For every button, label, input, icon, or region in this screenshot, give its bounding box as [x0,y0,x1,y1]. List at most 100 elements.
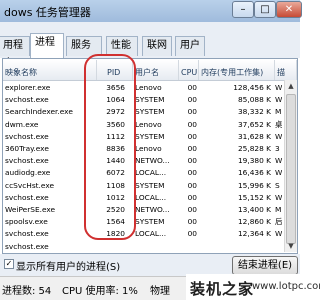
process-cpu: 00 [187,168,197,178]
process-user: LOCAL... [135,229,167,239]
process-user: Lenovo [135,83,162,92]
process-memory: 38,332 K [237,107,271,117]
process-name: SearchIndexer.exe [5,107,73,117]
process-pid [99,241,125,252]
window-title: dows 任务管理器 [4,6,91,19]
table-row[interactable]: explorer.exe 3656 Lenovo 00 128,456 KW [3,82,284,93]
process-memory [201,241,271,252]
column-header-description[interactable]: 描 [275,60,297,80]
process-name: svchost.exe [5,95,49,105]
process-cpu: 00 [187,144,197,153]
process-memory: 12,364 K [237,229,271,239]
status-process-count: 进程数: 54 [2,286,52,297]
process-cpu: 00 [187,107,197,117]
process-memory: 19,380 K [237,156,271,166]
maximize-button[interactable]: □ [254,1,276,18]
process-name: svchost.exe [5,192,49,202]
process-memory: 12,860 K [237,217,271,227]
title-bar: dows 任务管理器 – □ ✕ [0,0,302,22]
process-cpu: 00 [187,205,197,214]
process-name: ccSvcHst.exe [5,180,55,190]
process-user: NETWO... [135,205,169,214]
process-user: SYSTEM [135,107,165,117]
scroll-down-icon[interactable]: ▼ [285,240,297,252]
process-name: explorer.exe [5,83,51,92]
process-cpu: 00 [187,95,197,105]
pid-column-highlight [84,54,136,240]
close-button[interactable]: ✕ [276,1,302,18]
table-row[interactable]: svchost.exe 1112 SYSTEM 00 31,628 KW [3,131,284,142]
show-all-users-checkbox[interactable]: ✓ [4,259,14,269]
process-name: svchost.exe [5,241,49,251]
process-cpu: 00 [187,83,197,92]
process-user: Lenovo [135,144,162,153]
process-user: SYSTEM [135,131,165,141]
process-user: LOCAL... [135,168,167,178]
process-cpu: 00 [187,119,197,129]
bottom-bar: ✓ 显示所有用户的进程(S) 结束进程(E) [0,254,300,276]
process-memory: 15,152 K [237,192,271,202]
watermark: 装机之家 www.lotpc.com [186,274,320,300]
process-cpu: 00 [187,131,197,141]
table-row[interactable]: svchost.exe 1440 NETWO... 00 19,380 KW [3,155,284,166]
process-user: Lenovo [135,119,162,129]
process-cpu: 00 [187,217,197,227]
minimize-button[interactable]: – [232,1,254,18]
process-memory: 15,996 K [237,180,271,190]
scroll-up-icon[interactable]: ▲ [285,80,297,92]
process-name: svchost.exe [5,131,49,141]
watermark-text: 装机之家 [190,280,255,298]
table-row[interactable]: spoolsv.exe 1564 SYSTEM 00 12,860 K后 [3,216,284,227]
process-memory: 13,400 K [237,205,271,214]
tab-applications[interactable]: 用程序 [0,36,30,69]
process-name: WeiPerSE.exe [5,205,56,214]
tab-networking[interactable]: 联网 [142,36,172,56]
status-cpu-usage: CPU 使用率: 1% [62,286,138,297]
tab-users[interactable]: 用户 [175,36,205,56]
process-memory: 25,828 K [237,144,271,153]
table-row[interactable]: svchost.exe 1012 LOCAL... 00 15,152 KW [3,192,284,203]
scroll-thumb[interactable] [286,94,296,244]
process-name: audiodg.exe [5,168,51,178]
end-process-button[interactable]: 结束进程(E) [232,256,298,275]
process-cpu [181,241,197,252]
table-row[interactable]: svchost.exe 1820 LOCAL... 00 12,364 KW [3,228,284,239]
process-cpu: 00 [187,229,197,239]
process-user: LOCAL... [135,192,167,202]
vertical-scrollbar[interactable]: ▲ ▼ [284,80,297,252]
show-all-users-label[interactable]: 显示所有用户的进程(S) [16,258,120,273]
process-memory: 16,436 K [237,168,271,178]
table-row[interactable]: SearchIndexer.exe 2972 SYSTEM 00 38,332 KM [3,106,284,117]
process-name: svchost.exe [5,156,49,166]
column-header-cpu[interactable]: CPU [179,60,199,80]
table-row[interactable]: WeiPerSE.exe 2520 NETWO... 00 13,400 KM [3,204,284,215]
tab-strip: 用程序 进程 服务 性能 联网 用户 [0,22,300,69]
tab-processes[interactable]: 进程 [30,33,64,58]
status-physical-memory: 物理 [150,286,170,297]
process-name: 360Tray.exe [5,144,49,153]
process-user: SYSTEM [135,180,165,190]
process-cpu: 00 [187,180,197,190]
table-row[interactable]: dwm.exe 3560 Lenovo 00 37,652 K桌 [3,119,284,130]
process-memory: 31,628 K [237,131,271,141]
column-header-memory[interactable]: 内存(专用工作集) [199,60,275,80]
process-cpu: 00 [187,156,197,166]
tab-services[interactable]: 服务 [66,36,102,56]
column-header-user[interactable]: 用户名 [133,60,179,80]
table-row[interactable]: audiodg.exe 6072 LOCAL... 00 16,436 KW [3,167,284,178]
table-row[interactable]: svchost.exe 1064 SYSTEM 00 85,088 KW [3,94,284,105]
table-row[interactable]: svchost.exe [3,241,284,252]
column-header-image-name[interactable]: 映象名称 [3,60,97,80]
process-memory: 37,652 K [237,119,271,129]
process-user: SYSTEM [135,95,165,105]
process-memory: 128,456 K [233,83,271,92]
column-header-row: 映象名称 PID 用户名 CPU 内存(专用工作集) 描 [3,60,297,81]
table-row[interactable]: 360Tray.exe 8836 Lenovo 00 25,828 K3 [3,143,284,154]
process-cpu: 00 [187,192,197,202]
tab-performance[interactable]: 性能 [106,36,138,56]
process-name: spoolsv.exe [5,217,48,227]
process-name: dwm.exe [5,119,39,129]
table-row[interactable]: ccSvcHst.exe 1108 SYSTEM 00 15,996 KS [3,180,284,191]
process-memory: 85,088 K [237,95,271,105]
watermark-url: www.lotpc.com [252,281,320,292]
